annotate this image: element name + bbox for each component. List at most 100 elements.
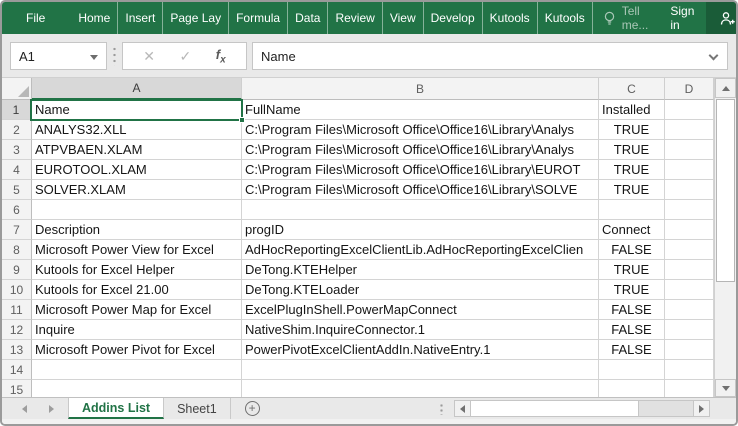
cell-C13[interactable]: FALSE xyxy=(599,340,665,360)
row-header-4[interactable]: 4 xyxy=(2,160,32,180)
cell-A7[interactable]: Description xyxy=(32,220,242,240)
scroll-down-button[interactable] xyxy=(715,379,736,397)
column-header-B[interactable]: B xyxy=(242,78,599,100)
row-header-11[interactable]: 11 xyxy=(2,300,32,320)
row-header-2[interactable]: 2 xyxy=(2,120,32,140)
cell-B3[interactable]: C:\Program Files\Microsoft Office\Office… xyxy=(242,140,599,160)
insert-function-icon[interactable]: fx xyxy=(216,47,226,66)
row-header-1[interactable]: 1 xyxy=(2,100,32,120)
ribbon-tab-home[interactable]: Home xyxy=(71,2,119,34)
ribbon-tab-view[interactable]: View xyxy=(383,2,424,34)
cell-A15[interactable] xyxy=(32,380,242,397)
sheet-tab-addins-list[interactable]: Addins List xyxy=(68,398,165,419)
formula-bar[interactable]: Name xyxy=(252,42,728,70)
cell-C7[interactable]: Connect xyxy=(599,220,665,240)
cell-C12[interactable]: FALSE xyxy=(599,320,665,340)
select-all-button[interactable] xyxy=(2,78,32,100)
cell-B6[interactable] xyxy=(242,200,599,220)
cell-C4[interactable]: TRUE xyxy=(599,160,665,180)
cell-C1[interactable]: Installed xyxy=(599,100,665,120)
cell-A14[interactable] xyxy=(32,360,242,380)
ribbon-tab-develop[interactable]: Develop xyxy=(424,2,483,34)
cell-C10[interactable]: TRUE xyxy=(599,280,665,300)
cell-A11[interactable]: Microsoft Power Map for Excel xyxy=(32,300,242,320)
cell-D1[interactable] xyxy=(665,100,714,120)
cell-D5[interactable] xyxy=(665,180,714,200)
cell-D7[interactable] xyxy=(665,220,714,240)
next-sheet-icon[interactable] xyxy=(49,404,54,413)
cell-D4[interactable] xyxy=(665,160,714,180)
sheet-tab-sheet1[interactable]: Sheet1 xyxy=(164,398,231,419)
row-header-15[interactable]: 15 xyxy=(2,380,32,397)
tab-splitter-dots-icon[interactable] xyxy=(440,403,443,415)
cell-C2[interactable]: TRUE xyxy=(599,120,665,140)
cancel-icon[interactable]: ✕ xyxy=(143,48,155,65)
cell-A6[interactable] xyxy=(32,200,242,220)
prev-sheet-icon[interactable] xyxy=(22,404,27,413)
row-header-13[interactable]: 13 xyxy=(2,340,32,360)
row-header-8[interactable]: 8 xyxy=(2,240,32,260)
cell-D6[interactable] xyxy=(665,200,714,220)
cell-B5[interactable]: C:\Program Files\Microsoft Office\Office… xyxy=(242,180,599,200)
row-header-7[interactable]: 7 xyxy=(2,220,32,240)
sign-in-button[interactable]: Sign in xyxy=(658,2,706,34)
cell-B13[interactable]: PowerPivotExcelClientAddIn.NativeEntry.1 xyxy=(242,340,599,360)
tell-me-button[interactable]: Tell me... xyxy=(593,2,659,34)
row-header-5[interactable]: 5 xyxy=(2,180,32,200)
new-sheet-button[interactable]: + xyxy=(244,398,260,419)
cell-A13[interactable]: Microsoft Power Pivot for Excel xyxy=(32,340,242,360)
share-button[interactable]: Share xyxy=(706,2,736,34)
cell-A2[interactable]: ANALYS32.XLL xyxy=(32,120,242,140)
cell-C8[interactable]: FALSE xyxy=(599,240,665,260)
ribbon-tab-page-lay[interactable]: Page Lay xyxy=(163,2,230,34)
row-header-12[interactable]: 12 xyxy=(2,320,32,340)
horizontal-scrollbar[interactable] xyxy=(454,400,710,417)
ribbon-tab-file[interactable]: File xyxy=(16,2,55,34)
cell-B11[interactable]: ExcelPlugInShell.PowerMapConnect xyxy=(242,300,599,320)
cell-C11[interactable]: FALSE xyxy=(599,300,665,320)
ribbon-tab-formula[interactable]: Formula xyxy=(229,2,289,34)
separator-dots-icon[interactable] xyxy=(113,46,116,66)
cell-B7[interactable]: progID xyxy=(242,220,599,240)
cell-A5[interactable]: SOLVER.XLAM xyxy=(32,180,242,200)
cell-B2[interactable]: C:\Program Files\Microsoft Office\Office… xyxy=(242,120,599,140)
column-header-C[interactable]: C xyxy=(599,78,665,100)
scroll-right-button[interactable] xyxy=(693,401,709,416)
cell-D2[interactable] xyxy=(665,120,714,140)
ribbon-tab-kutools[interactable]: Kutools xyxy=(483,2,538,34)
cell-D15[interactable] xyxy=(665,380,714,397)
cell-C15[interactable] xyxy=(599,380,665,397)
row-header-3[interactable]: 3 xyxy=(2,140,32,160)
vertical-scroll-thumb[interactable] xyxy=(716,99,735,282)
cell-B4[interactable]: C:\Program Files\Microsoft Office\Office… xyxy=(242,160,599,180)
name-box-dropdown-icon[interactable] xyxy=(90,55,98,60)
row-header-10[interactable]: 10 xyxy=(2,280,32,300)
scroll-up-button[interactable] xyxy=(715,78,736,98)
ribbon-tab-insert[interactable]: Insert xyxy=(118,2,164,34)
cell-D3[interactable] xyxy=(665,140,714,160)
cell-A1[interactable]: Name xyxy=(32,100,242,120)
ribbon-tab-data[interactable]: Data xyxy=(288,2,329,34)
cell-D13[interactable] xyxy=(665,340,714,360)
cell-B12[interactable]: NativeShim.InquireConnector.1 xyxy=(242,320,599,340)
vertical-scroll-track[interactable] xyxy=(715,283,736,379)
cell-A4[interactable]: EUROTOOL.XLAM xyxy=(32,160,242,180)
cell-A3[interactable]: ATPVBAEN.XLAM xyxy=(32,140,242,160)
name-box[interactable]: A1 xyxy=(10,42,107,70)
cell-D11[interactable] xyxy=(665,300,714,320)
cell-C14[interactable] xyxy=(599,360,665,380)
formula-bar-expand-icon[interactable] xyxy=(708,50,719,61)
cell-A9[interactable]: Kutools for Excel Helper xyxy=(32,260,242,280)
cell-D9[interactable] xyxy=(665,260,714,280)
enter-icon[interactable]: ✓ xyxy=(180,48,192,65)
cell-A8[interactable]: Microsoft Power View for Excel xyxy=(32,240,242,260)
row-header-6[interactable]: 6 xyxy=(2,200,32,220)
cell-B14[interactable] xyxy=(242,360,599,380)
cell-D14[interactable] xyxy=(665,360,714,380)
cell-A12[interactable]: Inquire xyxy=(32,320,242,340)
cell-B10[interactable]: DeTong.KTELoader xyxy=(242,280,599,300)
cell-B1[interactable]: FullName xyxy=(242,100,599,120)
cell-D12[interactable] xyxy=(665,320,714,340)
cell-A10[interactable]: Kutools for Excel 21.00 xyxy=(32,280,242,300)
row-header-9[interactable]: 9 xyxy=(2,260,32,280)
